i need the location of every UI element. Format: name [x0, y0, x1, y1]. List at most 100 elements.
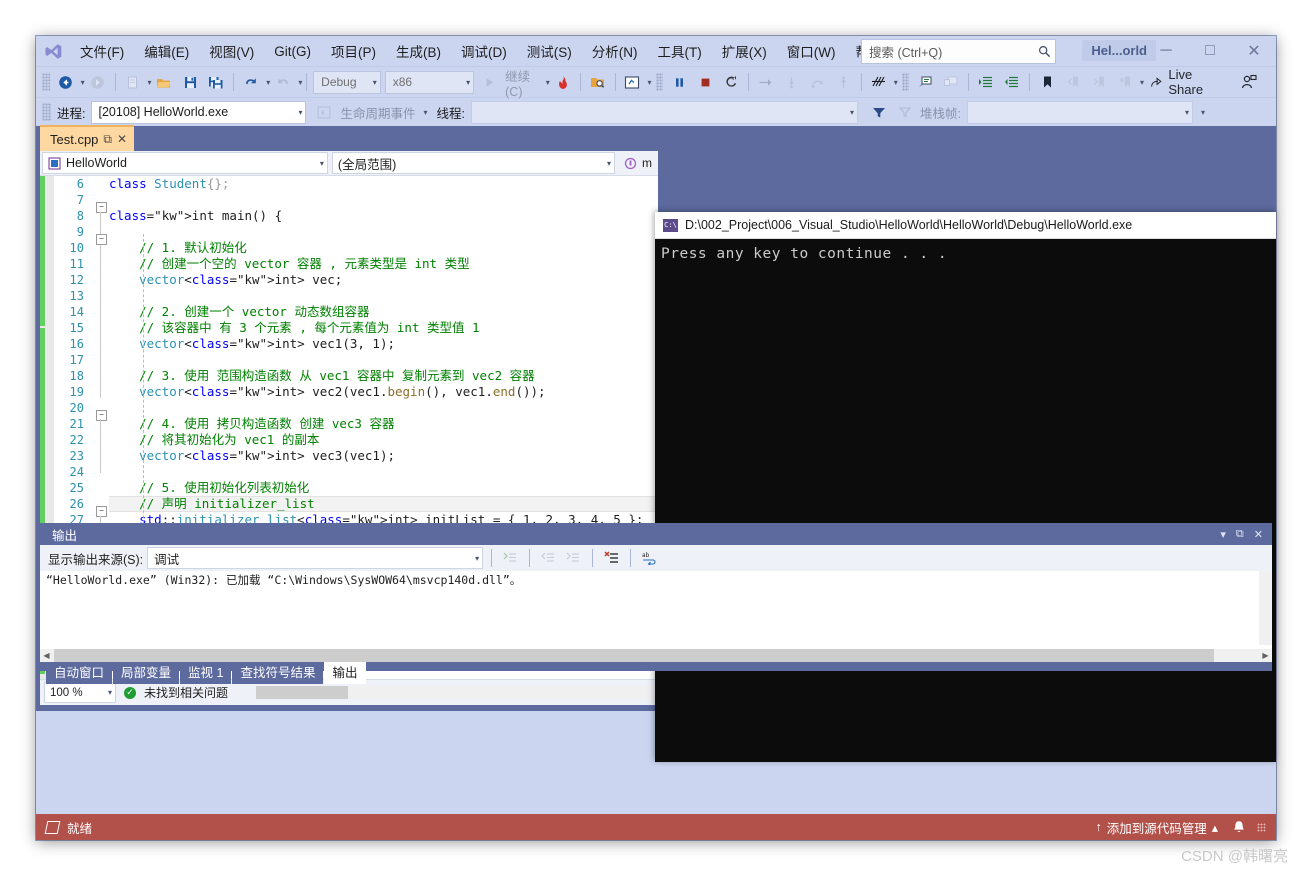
clear-output-icon[interactable] [601, 548, 622, 568]
document-tab-test-cpp[interactable]: Test.cpp ⧉ ✕ [40, 125, 135, 151]
output-text-area[interactable]: “HelloWorld.exe” (Win32): 已加载 “C:\Window… [40, 571, 1272, 649]
uncomment-block-icon[interactable] [938, 71, 964, 93]
menu-item-build[interactable]: 生成(B) [387, 38, 450, 64]
add-to-source-control-button[interactable]: ↑ 添加到源代码管理 ▴ [1092, 818, 1221, 837]
output-dropdown-icon[interactable]: ▾ [1215, 528, 1231, 541]
tab-output[interactable]: 输出 [324, 659, 366, 684]
open-file-icon[interactable] [151, 71, 177, 93]
output-horizontal-scrollbar[interactable]: ◀ ▶ [40, 649, 1272, 662]
menu-item-window[interactable]: 窗口(W) [778, 38, 845, 64]
output-panel: 输出 ▾ ⧉ ✕ 显示输出来源(S): 调试 ▾ ab “HelloWorld.… [40, 523, 1272, 684]
lifecycle-label[interactable]: 生命周期事件 [337, 103, 421, 122]
toolbar-grip-2[interactable] [655, 73, 664, 91]
navigate-back-icon[interactable] [53, 71, 79, 93]
attach-to-process-icon[interactable] [585, 71, 611, 93]
previous-message-icon[interactable] [538, 548, 559, 568]
edit-continue-icon[interactable] [866, 71, 892, 93]
tab-autos[interactable]: 自动窗口 [46, 659, 113, 684]
undo-icon[interactable] [238, 71, 264, 93]
process-dropdown[interactable]: [20108] HelloWorld.exe ▾ [91, 100, 307, 124]
indent-icon[interactable] [973, 71, 999, 93]
toolbar-grip-3[interactable] [901, 73, 910, 91]
menu-item-edit[interactable]: 编辑(E) [135, 38, 198, 64]
member-dropdown[interactable]: m [619, 153, 656, 173]
configuration-dropdown[interactable]: Debug ▾ [313, 70, 381, 94]
maximize-button[interactable]: □ [1188, 36, 1232, 66]
menu-item-git[interactable]: Git(G) [265, 41, 320, 62]
platform-dropdown[interactable]: x86 ▾ [384, 70, 475, 94]
fold-toggle-icon[interactable]: − [96, 234, 107, 245]
search-input[interactable]: 搜索 (Ctrl+Q) [861, 39, 1056, 64]
code-line: vector<class="kw">int> vec3(vec1); [139, 448, 396, 463]
stack-frame-dropdown[interactable]: ▾ [966, 100, 1193, 124]
menu-item-debug[interactable]: 调试(D) [452, 38, 516, 64]
fold-toggle-icon[interactable]: − [96, 202, 107, 213]
filter-icon[interactable] [866, 101, 892, 123]
diagnostic-tools-icon[interactable] [619, 71, 645, 93]
bookmark-icon[interactable] [1034, 71, 1060, 93]
continue-label[interactable]: 继续(C) [502, 66, 544, 99]
continue-play-icon[interactable] [476, 71, 502, 93]
save-icon[interactable] [177, 71, 203, 93]
lifecycle-caret-icon[interactable]: ▾ [424, 108, 428, 117]
editor-horizontal-scrollbar[interactable] [256, 686, 654, 699]
stop-debugging-icon[interactable] [692, 71, 718, 93]
fold-toggle-icon[interactable]: − [96, 410, 107, 421]
close-button[interactable]: ✕ [1232, 36, 1276, 66]
hot-reload-icon[interactable] [550, 71, 576, 93]
new-file-icon[interactable] [119, 71, 145, 93]
outdent-icon[interactable] [999, 71, 1025, 93]
scrollbar-thumb[interactable] [256, 686, 349, 699]
toggle-word-wrap-icon[interactable]: ab [639, 548, 660, 568]
output-scrollbar-thumb[interactable] [54, 649, 1214, 662]
lifecycle-events-icon[interactable] [311, 101, 337, 123]
edit-continue-caret-icon[interactable]: ▾ [894, 78, 898, 87]
close-tab-icon[interactable]: ✕ [117, 132, 127, 146]
debug-toolbar-grip[interactable] [42, 103, 51, 121]
account-icon[interactable] [1236, 71, 1262, 93]
menu-item-tools[interactable]: 工具(T) [649, 38, 711, 64]
output-vertical-scrollbar[interactable] [1259, 571, 1272, 645]
global-scope-dropdown[interactable]: (全局范围) ▾ [331, 152, 615, 174]
save-all-icon[interactable] [203, 71, 229, 93]
scroll-right-icon[interactable]: ▶ [1259, 649, 1272, 662]
tab-watch-1[interactable]: 监视 1 [180, 659, 232, 684]
break-all-icon[interactable] [666, 71, 692, 93]
scroll-left-icon[interactable]: ◀ [40, 649, 53, 662]
search-icon [1038, 45, 1051, 58]
minimize-button[interactable]: ─ [1144, 36, 1188, 66]
live-share-button[interactable]: Live Share [1144, 67, 1226, 97]
filter-options-icon[interactable] [892, 101, 918, 123]
toolbar-separator-9 [1029, 73, 1031, 91]
thread-caret-icon: ▾ [849, 107, 854, 117]
bottom-tab-strip: 自动窗口 局部变量 监视 1 查找符号结果 输出 [40, 659, 1272, 684]
fold-toggle-icon[interactable]: − [96, 506, 107, 517]
next-message-icon[interactable] [563, 548, 584, 568]
debugbar-overflow-caret-icon[interactable]: ▾ [1201, 108, 1205, 117]
project-scope-dropdown[interactable]: HelloWorld ▾ [42, 152, 328, 174]
zoom-dropdown[interactable]: 100 % ▾ [44, 682, 116, 703]
pin-tab-icon[interactable]: ⧉ [103, 132, 112, 147]
menu-item-view[interactable]: 视图(V) [200, 38, 263, 64]
output-source-dropdown[interactable]: 调试 ▾ [147, 547, 484, 569]
restart-icon[interactable] [718, 71, 744, 93]
menu-item-test[interactable]: 测试(S) [518, 38, 581, 64]
menu-item-project[interactable]: 项目(P) [322, 38, 385, 64]
resize-grip[interactable] [1257, 822, 1266, 832]
screenshot-root: 文件(F) 编辑(E) 视图(V) Git(G) 项目(P) 生成(B) 调试(… [0, 0, 1312, 872]
redo-caret-icon[interactable]: ▾ [298, 78, 302, 87]
menu-item-analyze[interactable]: 分析(N) [583, 38, 647, 64]
tab-find-symbol-results[interactable]: 查找符号结果 [232, 659, 324, 684]
output-close-icon[interactable]: ✕ [1249, 528, 1268, 541]
output-pin-icon[interactable]: ⧉ [1231, 528, 1249, 541]
thread-dropdown[interactable]: ▾ [471, 100, 858, 124]
go-to-message-icon[interactable] [500, 548, 521, 568]
diagnostic-caret-icon[interactable]: ▾ [647, 78, 651, 87]
live-share-label: Live Share [1168, 67, 1204, 97]
toolbar-grip[interactable] [42, 73, 50, 91]
menu-item-file[interactable]: 文件(F) [71, 38, 133, 64]
menu-item-extensions[interactable]: 扩展(X) [713, 38, 776, 64]
comment-block-icon[interactable] [912, 71, 938, 93]
notification-bell-icon[interactable] [1229, 820, 1249, 835]
tab-locals[interactable]: 局部变量 [113, 659, 180, 684]
